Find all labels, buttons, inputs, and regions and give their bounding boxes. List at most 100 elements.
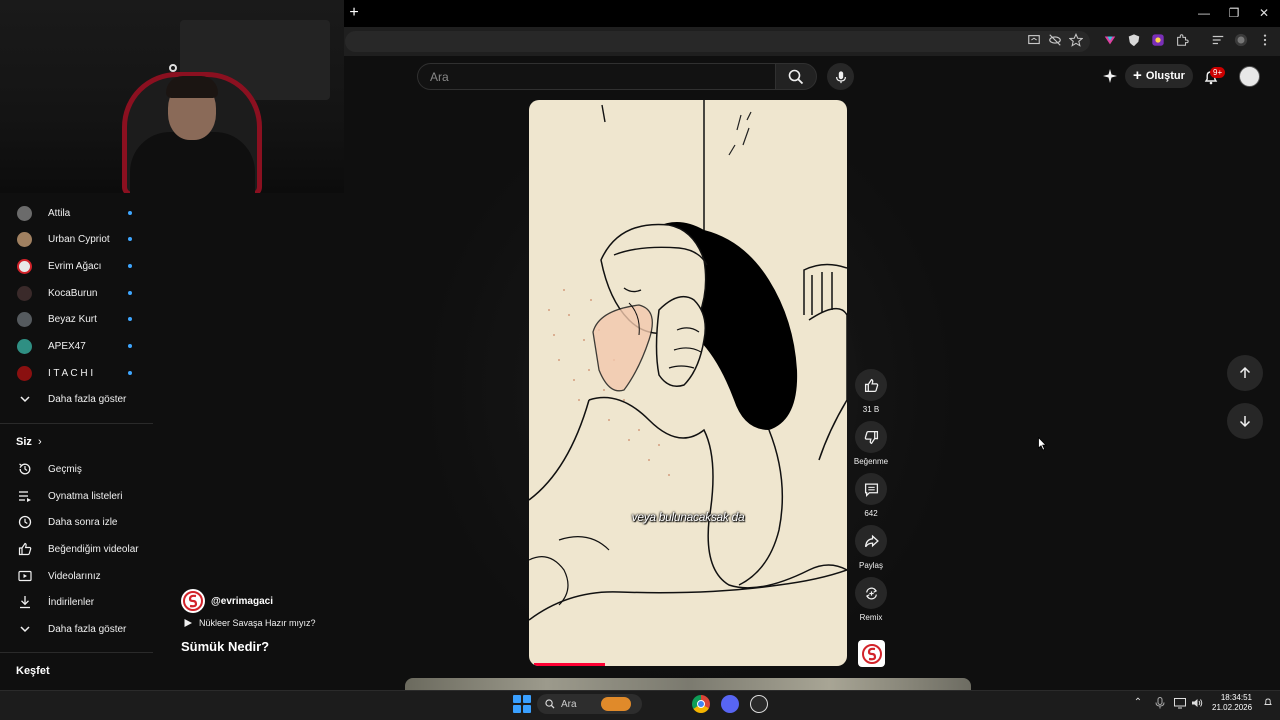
search-input[interactable] (430, 68, 760, 86)
address-bar[interactable] (345, 31, 1090, 52)
reading-list-icon[interactable] (1210, 33, 1226, 49)
browser-menu-icon[interactable] (1257, 33, 1273, 49)
comments-action[interactable]: 642 (855, 473, 887, 518)
channel-avatar[interactable] (181, 589, 205, 613)
related-video-link[interactable]: Nükleer Savaşa Hazır mıyız? (183, 618, 316, 628)
mouse-cursor-icon (1038, 437, 1047, 451)
chevron-down-icon (17, 392, 32, 407)
subscription-item[interactable]: I T A C H I (0, 360, 153, 386)
next-short-button[interactable] (1227, 403, 1263, 439)
sidebar-item-label: Videolarınız (48, 570, 101, 582)
your-videos-icon (17, 569, 32, 584)
purple-extension-icon[interactable] (1150, 33, 1166, 49)
obs-icon[interactable] (750, 695, 768, 713)
like-button[interactable] (855, 369, 887, 401)
related-video-title: Nükleer Savaşa Hazır mıyız? (199, 618, 316, 628)
maximize-button[interactable]: ❐ (1224, 4, 1244, 22)
you-section-header[interactable]: Siz › (0, 430, 153, 456)
new-content-dot (128, 291, 132, 295)
channel-info[interactable]: @evrimagaci (181, 589, 273, 613)
dislike-action[interactable]: Beğenme (854, 421, 888, 466)
show-more-you[interactable]: Daha fazla göster (0, 616, 153, 642)
sidebar-item-your-videos[interactable]: Videolarınız (0, 563, 153, 589)
previous-short-button[interactable] (1227, 355, 1263, 391)
minimize-button[interactable]: — (1194, 4, 1214, 22)
download-icon (17, 595, 32, 610)
subscription-item[interactable]: Evrim Ağacı (0, 253, 153, 279)
channel-avatar (17, 231, 32, 247)
like-count: 31 B (862, 405, 880, 414)
subscription-item[interactable]: Urban Cypriot (0, 226, 153, 252)
subscription-label: Urban Cypriot (48, 233, 110, 245)
new-tab-button[interactable]: + (346, 5, 362, 21)
display-tray-icon[interactable] (1174, 697, 1186, 709)
like-icon (17, 542, 32, 557)
subscription-label: I T A C H I (48, 367, 94, 379)
search-box (417, 63, 775, 90)
arrow-up-icon (1239, 366, 1251, 378)
share-button[interactable] (855, 525, 887, 557)
remix-button[interactable] (855, 577, 887, 609)
notification-center-icon[interactable] (1262, 697, 1274, 709)
taskbar-clock[interactable]: 18:34:51 21.02.2026 (1212, 693, 1252, 713)
short-title[interactable]: Sümük Nedir? (181, 639, 269, 654)
subscription-label: Attila (48, 207, 71, 219)
search-icon (545, 699, 555, 709)
subscription-item[interactable]: Beyaz Kurt (0, 306, 153, 332)
subscription-item[interactable]: KocaBurun (0, 280, 153, 306)
volume-tray-icon[interactable] (1191, 697, 1203, 709)
extension-colorful-icon[interactable] (1102, 33, 1118, 49)
share-action[interactable]: Paylaş (855, 525, 887, 570)
subscription-item[interactable]: APEX47 (0, 333, 153, 359)
sidebar-item-history[interactable]: Geçmiş (0, 456, 153, 482)
taskbar-search[interactable]: Ara (537, 694, 642, 714)
channel-logo-thumbnail[interactable] (858, 640, 885, 667)
sidebar-item-liked-videos[interactable]: Beğendiğim videolar (0, 536, 153, 562)
profile-avatar-icon[interactable] (1233, 33, 1249, 49)
explore-section-title[interactable]: Keşfet (16, 665, 50, 677)
windows-start-icon[interactable] (513, 695, 531, 713)
like-action[interactable]: 31 B (855, 369, 887, 414)
sidebar-item-downloads[interactable]: İndirilenler (0, 589, 153, 615)
cast-icon[interactable] (1026, 33, 1042, 49)
discord-icon[interactable] (721, 695, 739, 713)
arrow-down-icon (1239, 416, 1251, 428)
short-video-player[interactable]: veya bulunacaksak da (529, 100, 847, 666)
comments-button[interactable] (855, 473, 887, 505)
studio-sparkle-button[interactable] (1100, 66, 1120, 86)
sidebar-divider (0, 652, 153, 653)
voice-search-button[interactable] (827, 63, 854, 90)
clock-time: 18:34:51 (1220, 693, 1252, 702)
new-content-dot (128, 371, 132, 375)
evrim-agaci-logo-icon (183, 591, 203, 611)
chrome-icon[interactable] (692, 695, 710, 713)
sidebar-item-playlists[interactable]: Oynatma listeleri (0, 483, 153, 509)
bookmark-star-icon[interactable] (1068, 33, 1084, 49)
microphone-tray-icon[interactable] (1154, 697, 1166, 709)
channel-handle[interactable]: @evrimagaci (211, 596, 273, 607)
video-progress-bar[interactable] (534, 663, 605, 666)
sidebar-item-label: Daha sonra izle (48, 516, 118, 528)
sidebar-item-label: İndirilenler (48, 596, 95, 608)
create-label: Oluştur (1145, 70, 1185, 82)
notification-count-badge: 9+ (1210, 67, 1226, 78)
remix-action[interactable]: Remix (855, 577, 887, 622)
extensions-puzzle-icon[interactable] (1174, 33, 1190, 49)
show-more-subscriptions[interactable]: Daha fazla göster (0, 386, 153, 412)
close-window-button[interactable]: ✕ (1254, 4, 1274, 22)
sidebar-item-watch-later[interactable]: Daha sonra izle (0, 509, 153, 535)
video-caption: veya bulunacaksak da (631, 510, 745, 524)
history-icon (17, 462, 32, 477)
remix-label: Remix (859, 613, 883, 622)
sidebar-divider (0, 423, 153, 424)
tray-overflow-chevron-icon[interactable]: ⌃ (1132, 697, 1144, 709)
webcam-overlay (0, 0, 344, 193)
dislike-button[interactable] (855, 421, 887, 453)
create-button[interactable]: + Oluştur (1125, 64, 1193, 88)
search-button[interactable] (775, 63, 817, 90)
account-avatar[interactable] (1239, 66, 1260, 87)
shield-extension-icon[interactable] (1126, 33, 1142, 49)
eye-off-icon[interactable] (1047, 33, 1063, 49)
subscription-item[interactable]: Attila (0, 200, 153, 226)
thumbs-up-icon (864, 378, 878, 392)
